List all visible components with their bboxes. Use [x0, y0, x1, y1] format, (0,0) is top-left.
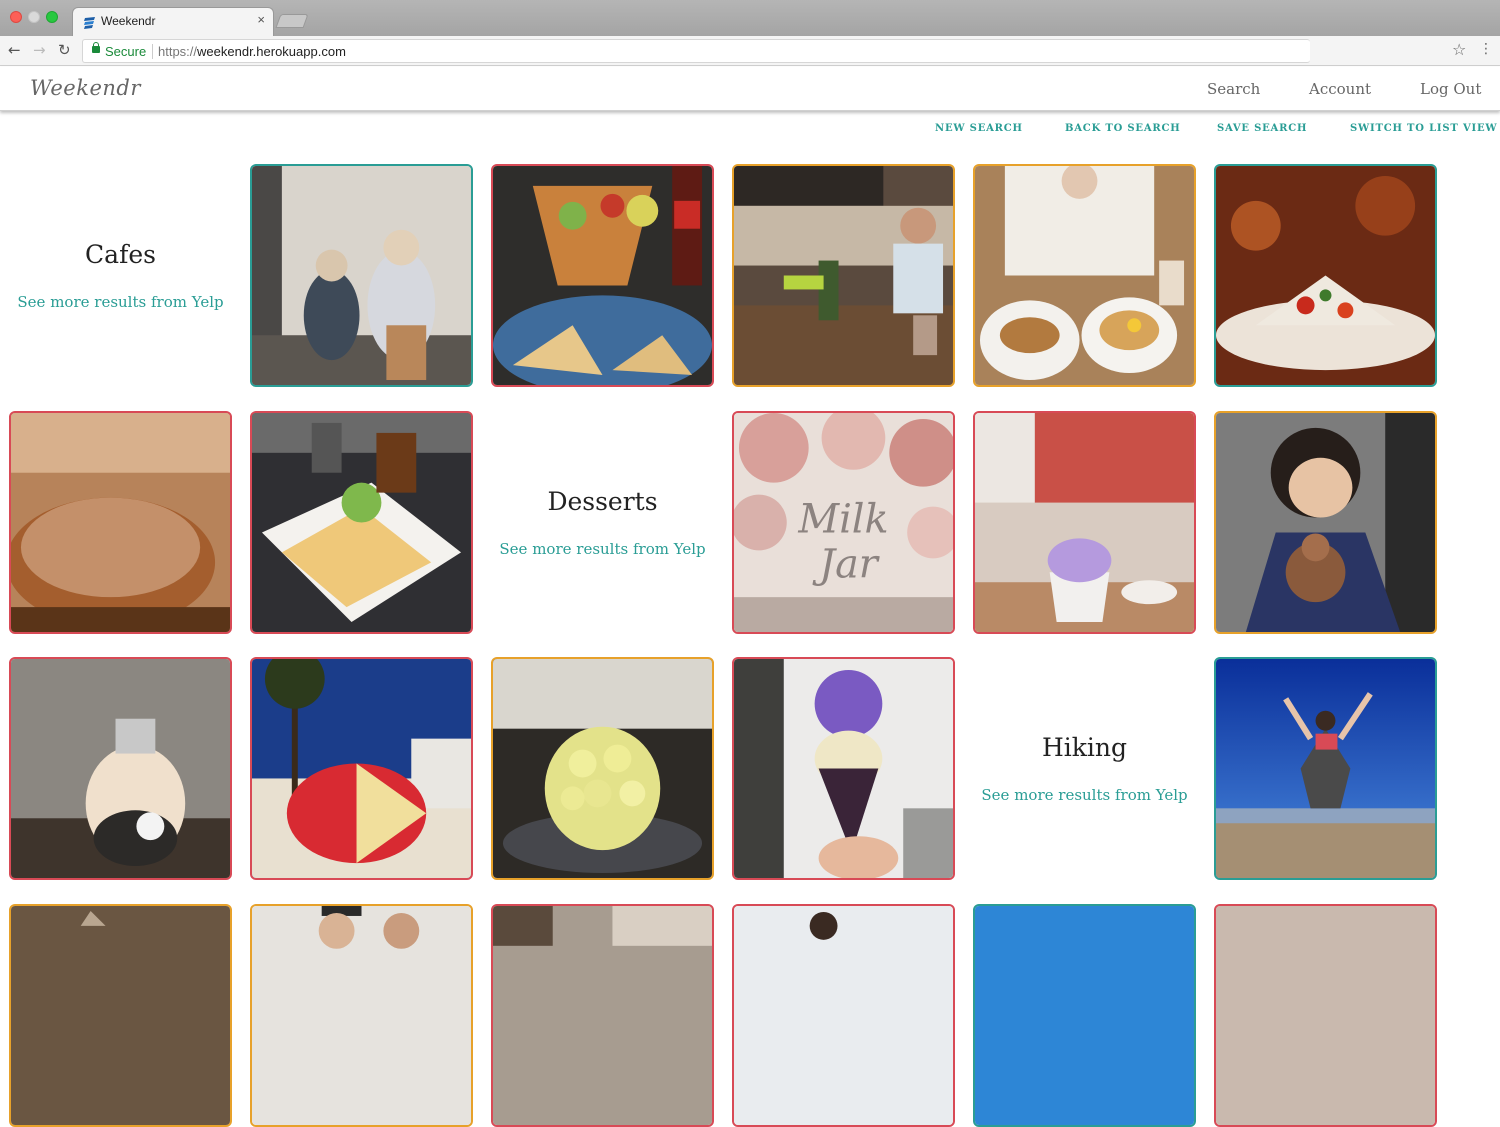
ice-cream-cup-photo[interactable] — [973, 411, 1196, 634]
browser-menu-icon[interactable]: ⋮ — [1479, 41, 1493, 57]
app-header: Weekendr Search Account Log Out — [0, 67, 1500, 111]
ice-cream-cup-image — [975, 413, 1194, 632]
save-search-link[interactable]: SAVE SEARCH — [1217, 123, 1307, 134]
child-with-cone-photo[interactable] — [1214, 411, 1437, 634]
crepe-plate-photo[interactable] — [250, 411, 473, 634]
bookmark-star-icon[interactable]: ☆ — [1452, 40, 1466, 59]
milk-jar-sign-photo[interactable]: Milk Jar — [732, 411, 955, 634]
weekendr-favicon-icon — [84, 17, 95, 29]
partial-image-6 — [1216, 906, 1435, 1125]
partial-image-4 — [734, 906, 953, 1125]
close-tab-icon[interactable]: × — [257, 12, 265, 27]
palm-tree-dessert-image — [252, 659, 471, 878]
url-input[interactable]: Secure https://weekendr.herokuapp.com — [82, 39, 1310, 63]
back-to-search-link[interactable]: BACK TO SEARCH — [1065, 123, 1181, 134]
back-arrow-icon[interactable]: ← — [8, 41, 21, 59]
new-tab-button[interactable] — [275, 14, 309, 28]
partial-image-3 — [493, 906, 712, 1125]
ceviche-photo[interactable] — [491, 164, 714, 387]
category-card-cafes: Cafes See more results from Yelp — [9, 164, 232, 387]
category-card-hiking: Hiking See more results from Yelp — [973, 657, 1196, 880]
melon-shaved-ice-image — [493, 659, 712, 878]
ube-cone-photo[interactable] — [732, 657, 955, 880]
salad-plate-photo[interactable] — [1214, 164, 1437, 387]
nav-logout-link[interactable]: Log Out — [1420, 80, 1481, 98]
yelp-results-link[interactable]: See more results from Yelp — [981, 786, 1187, 804]
browser-tab[interactable]: Weekendr × — [72, 7, 274, 37]
url-host: weekendr.herokuapp.com — [197, 44, 346, 59]
jumping-hiker-image — [1216, 659, 1435, 878]
cafe-interior-photo[interactable] — [732, 164, 955, 387]
partial-image-5 — [975, 906, 1194, 1125]
brunch-table-image — [975, 166, 1194, 385]
address-bar-row: ← → ↻ Secure https://weekendr.herokuapp.… — [0, 36, 1500, 66]
tab-title: Weekendr — [101, 14, 156, 28]
new-search-link[interactable]: NEW SEARCH — [935, 123, 1023, 134]
yelp-results-link[interactable]: See more results from Yelp — [499, 540, 705, 558]
lightbulb-drink-photo[interactable] — [9, 657, 232, 880]
switch-to-list-view-link[interactable]: SWITCH TO LIST VIEW — [1350, 123, 1497, 134]
category-title: Desserts — [547, 487, 658, 516]
browser-tab-bar: Weekendr × — [0, 0, 1500, 37]
forward-arrow-icon[interactable]: → — [33, 41, 46, 59]
figurines-image — [252, 166, 471, 385]
partial-photo-5[interactable] — [973, 904, 1196, 1127]
figurines-photo[interactable] — [250, 164, 473, 387]
partial-photo-3[interactable] — [491, 904, 714, 1127]
category-title: Cafes — [85, 240, 156, 269]
reload-icon[interactable]: ↻ — [58, 41, 71, 59]
lock-icon — [92, 42, 100, 53]
partial-photo-1[interactable] — [9, 904, 232, 1127]
close-window-button[interactable] — [10, 11, 22, 23]
sugar-donut-image — [11, 413, 230, 632]
partial-photo-4[interactable] — [732, 904, 955, 1127]
cafe-interior-image — [734, 166, 953, 385]
partial-photo-6[interactable] — [1214, 904, 1437, 1127]
child-with-cone-image — [1216, 413, 1435, 632]
weekendr-logo[interactable]: Weekendr — [30, 76, 141, 100]
lightbulb-drink-image — [11, 659, 230, 878]
nav-account-link[interactable]: Account — [1309, 80, 1371, 98]
crepe-plate-image — [252, 413, 471, 632]
melon-shaved-ice-photo[interactable] — [491, 657, 714, 880]
sugar-donut-photo[interactable] — [9, 411, 232, 634]
ube-cone-image — [734, 659, 953, 878]
salad-plate-image — [1216, 166, 1435, 385]
secure-label: Secure — [105, 44, 147, 59]
url-divider — [152, 44, 153, 59]
maximize-window-button[interactable] — [46, 11, 58, 23]
brunch-table-photo[interactable] — [973, 164, 1196, 387]
jumping-hiker-photo[interactable] — [1214, 657, 1437, 880]
url-text: https://weekendr.herokuapp.com — [158, 44, 346, 59]
ceviche-image — [493, 166, 712, 385]
palm-tree-dessert-photo[interactable] — [250, 657, 473, 880]
svg-text:Milk: Milk — [797, 496, 888, 542]
category-card-desserts: Desserts See more results from Yelp — [491, 411, 714, 634]
svg-text:Jar: Jar — [812, 541, 880, 587]
minimize-window-button[interactable] — [28, 11, 40, 23]
results-grid: Cafes See more results from Yelp Dessert… — [9, 164, 1439, 1127]
partial-image-2 — [252, 906, 471, 1125]
yelp-results-link[interactable]: See more results from Yelp — [17, 293, 223, 311]
url-scheme: https:// — [158, 44, 198, 59]
partial-photo-2[interactable] — [250, 904, 473, 1127]
nav-search-link[interactable]: Search — [1207, 80, 1260, 98]
milk-jar-sign-image: Milk Jar — [734, 413, 953, 632]
category-title: Hiking — [1041, 733, 1128, 762]
partial-image-1 — [11, 906, 230, 1125]
